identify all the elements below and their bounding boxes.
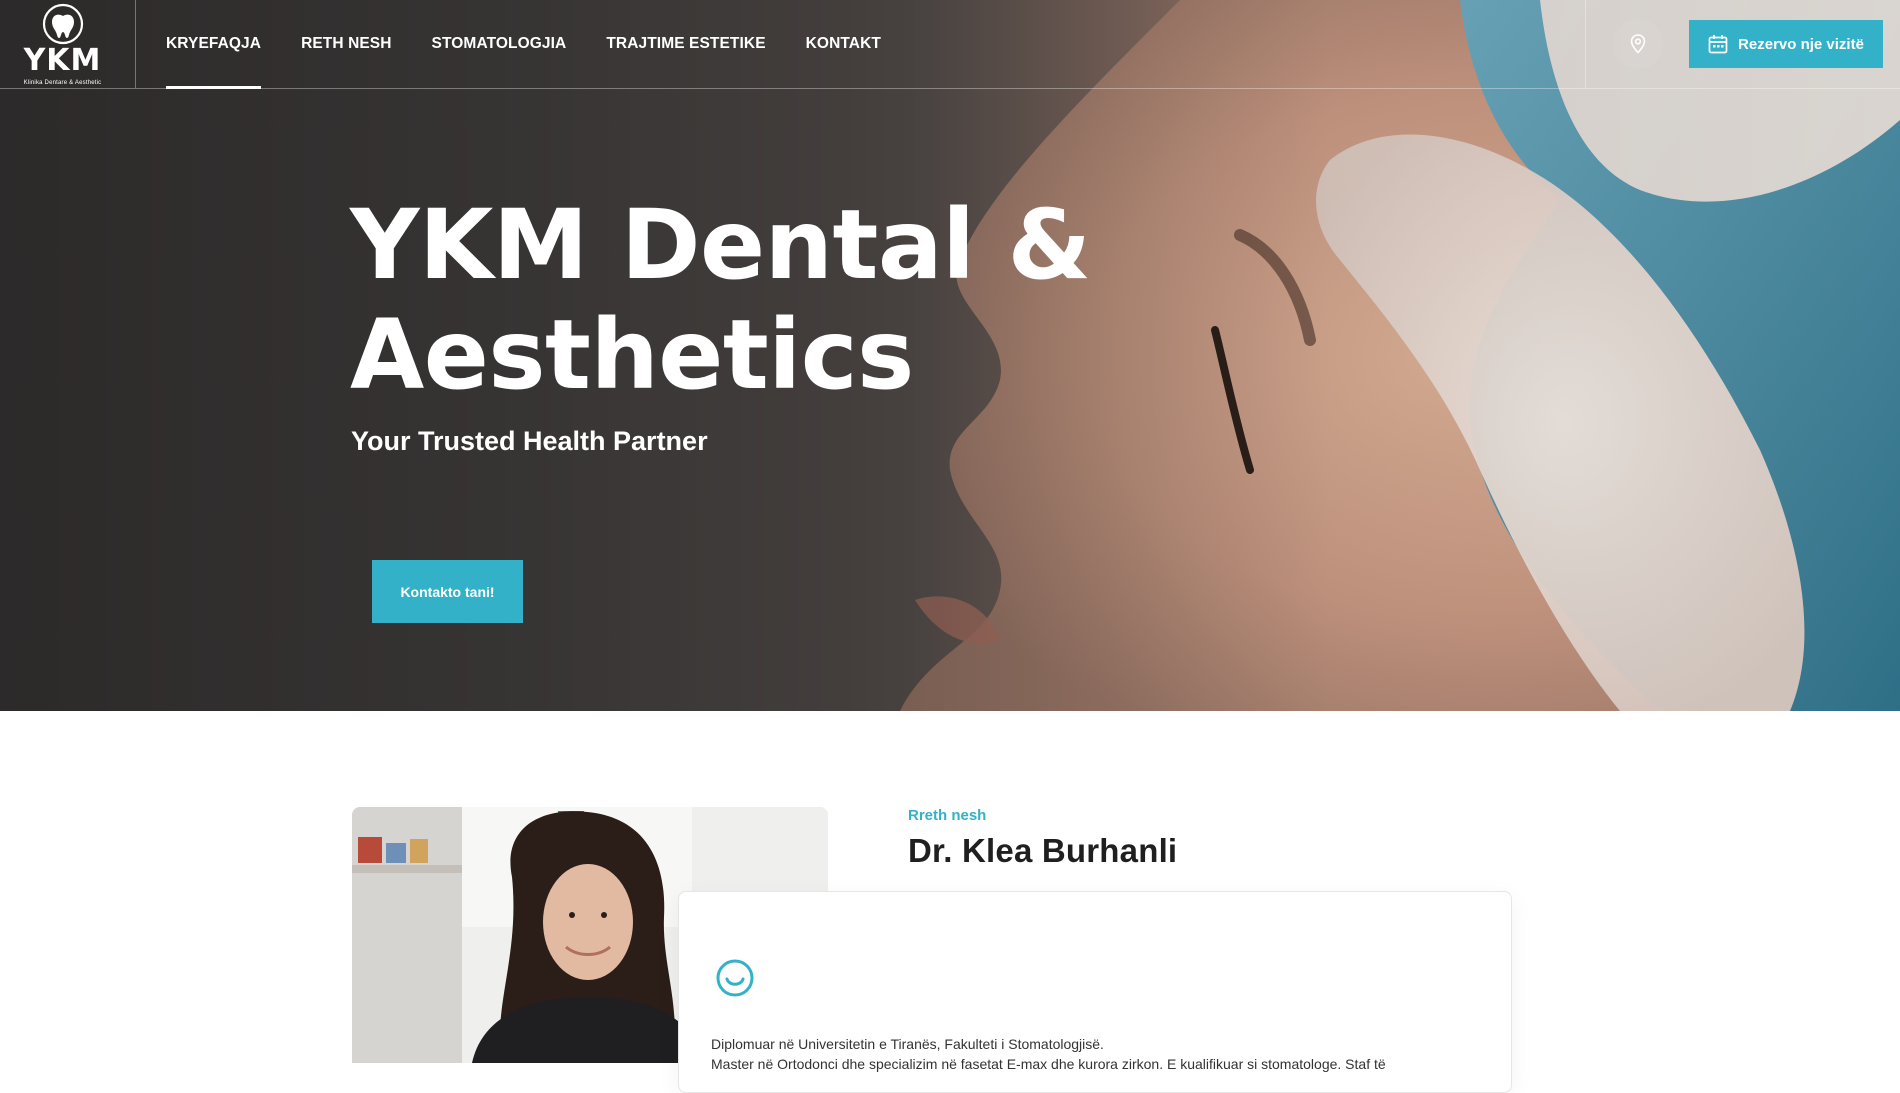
nav-item-kryefaqja[interactable]: KRYEFAQJA [166, 0, 262, 89]
header-divider [1585, 0, 1586, 88]
logo-subtitle: Klinika Dentare & Aesthetic [23, 80, 102, 86]
calendar-icon [1708, 35, 1728, 54]
main-nav: KRYEFAQJA RETH NESH STOMATOLOGJIA TRAJTI… [166, 0, 921, 89]
hero-subtitle: Your Trusted Health Partner [351, 426, 708, 456]
smile-icon [716, 959, 754, 997]
nav-item-reth-nesh[interactable]: RETH NESH [301, 0, 391, 88]
site-header: YKM Klinika Dentare & Aesthetic KRYEFAQJ… [0, 0, 1900, 89]
contact-now-button[interactable]: Kontakto tani! [372, 560, 523, 623]
nav-item-kontakt[interactable]: KONTAKT [806, 0, 881, 88]
about-description: Diplomuar në Universitetin e Tiranës, Fa… [711, 1034, 1491, 1074]
map-pin-icon [1630, 34, 1646, 54]
book-visit-label: Rezervo nje vizitë [1738, 35, 1864, 53]
about-text-line-2: Master në Ortodonci dhe specializim në f… [711, 1056, 1386, 1072]
location-button[interactable] [1613, 19, 1663, 69]
hero-section: YKM Dental & Aesthetics Your Trusted Hea… [0, 0, 1900, 711]
hero-title: YKM Dental & Aesthetics [350, 189, 1091, 411]
nav-item-trajtime-estetike[interactable]: TRAJTIME ESTETIKE [606, 0, 765, 88]
nav-item-stomatologjia[interactable]: STOMATOLOGJIA [432, 0, 567, 88]
about-text-line-1: Diplomuar në Universitetin e Tiranës, Fa… [711, 1036, 1104, 1052]
doctor-name: Dr. Klea Burhanli [908, 832, 1178, 869]
book-visit-button[interactable]: Rezervo nje vizitë [1689, 20, 1883, 68]
about-label: Rreth nesh [908, 807, 987, 824]
logo[interactable]: YKM Klinika Dentare & Aesthetic [0, 0, 136, 88]
logo-text: YKM [23, 43, 102, 78]
tooth-logo-icon [42, 3, 84, 45]
